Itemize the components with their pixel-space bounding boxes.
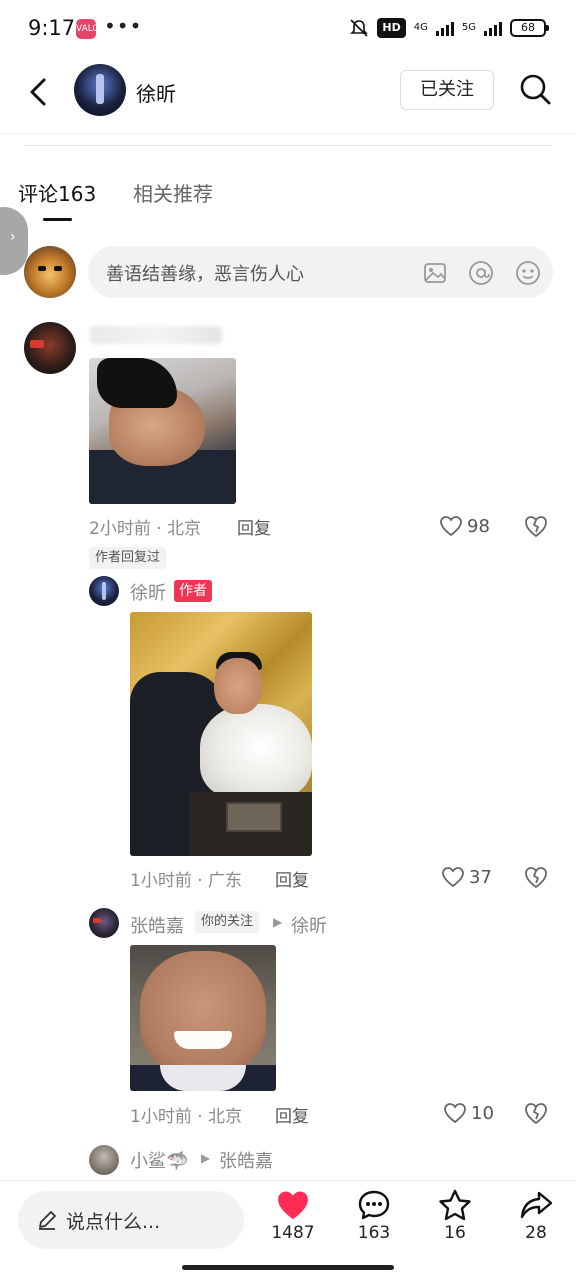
app-notification-icon: VALOR: [76, 19, 106, 39]
reply-image[interactable]: [130, 612, 312, 856]
status-time: 9:17: [28, 16, 76, 40]
chevron-right-icon: ›: [10, 229, 16, 245]
reply-like-button[interactable]: 37: [441, 864, 492, 890]
author-badge: 作者: [174, 580, 212, 602]
comment-bubble-icon: [358, 1190, 390, 1220]
like-button[interactable]: 1487: [263, 1189, 323, 1259]
tab-bar: 评论163 相关推荐: [0, 170, 576, 224]
mention-icon[interactable]: [468, 260, 494, 286]
network-4g-label: 4G: [413, 22, 428, 33]
signal-icon: [484, 20, 502, 36]
reply-image[interactable]: [130, 945, 276, 1091]
status-right: HD 4G 5G 68: [349, 18, 549, 38]
network-5g-label: 5G: [461, 22, 476, 33]
comment-button[interactable]: 163: [344, 1189, 404, 1259]
reply-arrow-icon: ▶: [201, 1151, 211, 1165]
commenter-avatar[interactable]: [24, 322, 76, 374]
tab-active-indicator: [43, 218, 72, 221]
reply-like-button[interactable]: 10: [443, 1100, 494, 1126]
pencil-icon: [39, 1211, 56, 1230]
share-count: 28: [525, 1223, 547, 1243]
tab-related[interactable]: 相关推荐: [133, 178, 213, 207]
favorite-count: 16: [444, 1223, 466, 1243]
my-avatar: [24, 246, 76, 298]
header: 徐昕 已关注: [0, 60, 576, 132]
reply-avatar[interactable]: [89, 576, 119, 606]
reply-time-location: 1小时前 · 广东: [130, 871, 243, 891]
comment-input[interactable]: 善语结善缘，恶言伤人心: [88, 246, 553, 298]
following-tag: 你的关注: [195, 911, 260, 933]
hd-icon: HD: [377, 18, 406, 38]
reply-to-name[interactable]: 张皓嘉: [219, 1147, 273, 1173]
heart-outline-icon: [440, 516, 462, 537]
heart-filled-icon: [278, 1191, 308, 1220]
author-avatar[interactable]: [74, 64, 126, 116]
search-icon[interactable]: [518, 72, 552, 106]
battery-icon: 68: [510, 19, 549, 37]
dislike-icon[interactable]: [523, 864, 549, 890]
back-icon[interactable]: [24, 74, 54, 110]
status-bar: 9:17 VALOR ••• HD 4G 5G 68: [0, 0, 576, 60]
comment-input-placeholder: 善语结善缘，恶言伤人心: [106, 264, 304, 285]
favorite-button[interactable]: 16: [425, 1189, 485, 1259]
author-replied-tag: 作者回复过: [89, 547, 167, 569]
star-icon: [439, 1189, 471, 1221]
dislike-icon[interactable]: [523, 1100, 549, 1126]
mute-bell-icon: [350, 19, 369, 37]
comment-like-count: 98: [467, 515, 490, 537]
emoji-icon[interactable]: [515, 260, 541, 286]
image-icon[interactable]: [422, 260, 448, 286]
comment-like-button[interactable]: 98: [439, 513, 490, 539]
reply-like-count: 37: [469, 866, 492, 888]
say-something-input[interactable]: 说点什么...: [18, 1191, 244, 1249]
signal-icon: [435, 20, 454, 36]
reply-author-name[interactable]: 徐昕: [130, 579, 166, 605]
comment-count: 163: [357, 1223, 391, 1243]
share-icon: [520, 1191, 553, 1219]
reply-reply-button[interactable]: 回复: [275, 866, 309, 891]
heart-outline-icon: [442, 867, 464, 888]
say-something-placeholder: 说点什么...: [66, 1211, 161, 1233]
reply-avatar[interactable]: [89, 1145, 119, 1175]
reply-time-location: 1小时前 · 北京: [130, 1107, 243, 1127]
comment-image[interactable]: [89, 358, 236, 504]
commenter-name-redacted: [90, 326, 222, 344]
heart-outline-icon: [444, 1103, 466, 1124]
header-divider: [0, 133, 576, 134]
following-button[interactable]: 已关注: [400, 70, 494, 110]
reply-to-name[interactable]: 徐昕: [291, 912, 327, 938]
reply-arrow-icon: ▶: [273, 915, 283, 929]
reply-author-name[interactable]: 小鲨🦈: [130, 1147, 188, 1173]
tab-comments[interactable]: 评论163: [18, 178, 96, 207]
reply-author-name[interactable]: 张皓嘉: [130, 912, 184, 938]
like-count: 1487: [271, 1223, 315, 1243]
comment-time-location: 2小时前 · 北京: [89, 519, 202, 539]
home-indicator[interactable]: [182, 1265, 394, 1270]
author-name[interactable]: 徐昕: [136, 78, 176, 107]
reply-like-count: 10: [471, 1102, 494, 1124]
reply-reply-button[interactable]: 回复: [275, 1102, 309, 1127]
content-divider: [24, 145, 552, 146]
comment-reply-button[interactable]: 回复: [237, 514, 271, 539]
share-button[interactable]: 28: [506, 1189, 566, 1259]
more-notifications-icon: •••: [104, 14, 143, 38]
reply-avatar[interactable]: [89, 908, 119, 938]
dislike-icon[interactable]: [523, 513, 549, 539]
